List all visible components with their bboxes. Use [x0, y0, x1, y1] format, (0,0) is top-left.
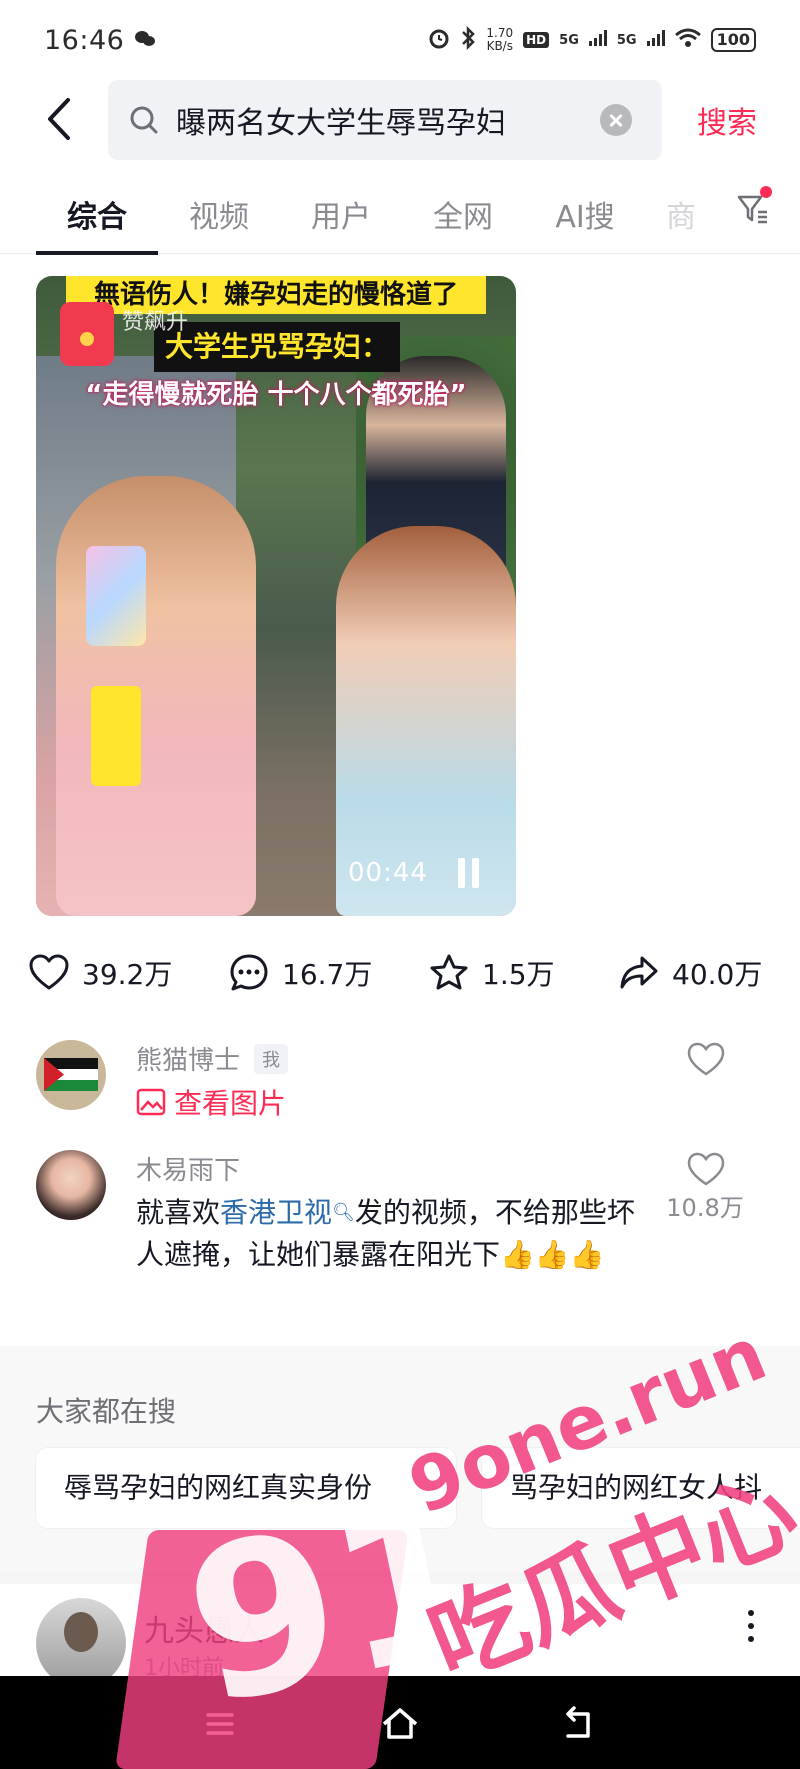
comment-username[interactable]: 熊猫博士 我	[136, 1040, 289, 1077]
filter-notification-dot	[760, 186, 772, 198]
video-caption-title: 大学生咒骂孕妇：	[154, 322, 400, 372]
battery-indicator: 100	[710, 28, 756, 52]
hd-badge: HD	[523, 32, 550, 48]
trending-title: 大家都在搜	[36, 1395, 177, 1428]
back-icon[interactable]	[558, 1704, 598, 1744]
signal-5g-2: 5G	[616, 32, 637, 48]
comment-like-icon[interactable]	[686, 1040, 726, 1080]
comment-count: 16.7万	[282, 958, 373, 991]
comment-text-part: 就喜欢	[136, 1196, 221, 1229]
video-phone-prop	[86, 546, 146, 646]
tab-all[interactable]: 综合	[36, 180, 158, 255]
comment-username-text[interactable]: 熊猫博士	[136, 1040, 240, 1077]
clock-time: 16:46	[44, 24, 125, 56]
palestine-flag-avatar	[36, 1040, 106, 1110]
red-packet-icon[interactable]	[60, 302, 114, 366]
wechat-icon	[134, 25, 156, 56]
search-icon	[130, 106, 158, 134]
topic-link[interactable]: 香港卫视	[220, 1196, 332, 1229]
back-button[interactable]	[40, 94, 80, 144]
clear-search-icon[interactable]	[600, 104, 632, 136]
status-time: 16:46	[44, 25, 156, 56]
trending-chip[interactable]: 辱骂孕妇的网红真实身份	[36, 1448, 456, 1528]
like-count: 39.2万	[82, 958, 173, 991]
image-icon	[136, 1088, 166, 1116]
bluetooth-icon	[460, 25, 476, 55]
tab-ai-search[interactable]: AI搜	[524, 180, 646, 253]
chevron-left-icon	[48, 98, 70, 140]
tab-web[interactable]: 全网	[402, 180, 524, 253]
search-button[interactable]: 搜索	[697, 98, 757, 142]
video-yellow-prop	[91, 686, 141, 786]
action-bar: 39.2万 16.7万 1.5万 40.0万	[28, 948, 778, 998]
system-nav-bar	[0, 1676, 800, 1769]
more-options-icon[interactable]	[748, 1610, 756, 1650]
search-tabs: 综合 视频 用户 全网 AI搜 商	[0, 180, 800, 255]
me-badge: 我	[254, 1043, 289, 1074]
star-icon	[430, 954, 468, 990]
avatar[interactable]	[36, 1598, 126, 1688]
video-thumbnail[interactable]: 無语伤人！嫌孕妇走的慢恪道了 大学生咒骂孕妇： “走得慢就死胎 十个八个都死胎”…	[36, 276, 516, 916]
share-button[interactable]: 40.0万	[618, 952, 778, 994]
status-bar: 16:46 1.70 KB/s HD 5G 5G 100	[0, 0, 800, 80]
favorite-button[interactable]: 1.5万	[428, 952, 618, 994]
video-duration: 00:44	[348, 858, 428, 888]
signal-5g-1: 5G	[559, 32, 579, 48]
network-speed: 1.70 KB/s	[486, 27, 513, 53]
search-small-icon: 🔍︎	[332, 1202, 355, 1223]
status-icons: 1.70 KB/s HD 5G 5G 100	[428, 25, 756, 55]
favorite-count: 1.5万	[482, 958, 555, 991]
search-header: 曝两名女大学生辱骂孕妇 搜索	[0, 80, 800, 160]
tab-shop[interactable]: 商	[646, 180, 716, 253]
wifi-icon	[674, 28, 701, 53]
filter-button[interactable]	[736, 186, 772, 226]
section-divider	[0, 1572, 800, 1584]
trending-chip[interactable]: 骂孕妇的网红女人抖	[482, 1448, 800, 1528]
home-icon[interactable]	[380, 1704, 420, 1744]
share-arrow-icon	[620, 956, 658, 989]
avatar[interactable]	[36, 1040, 106, 1110]
video-caption-quote: “走得慢就死胎 十个八个都死胎”	[85, 380, 467, 410]
share-count: 40.0万	[672, 958, 763, 991]
menu-icon[interactable]	[200, 1704, 240, 1744]
signal-bars-icon	[646, 29, 665, 51]
comment-item: 木易雨下 就喜欢香港卫视🔍︎发的视频，不给那些坏人遮掩，让她们暴露在阳光下👍👍👍…	[36, 1150, 766, 1320]
pause-icon[interactable]	[456, 858, 482, 888]
comment-icon	[230, 954, 268, 991]
comment-like-icon[interactable]	[686, 1150, 726, 1190]
heart-icon	[29, 954, 69, 990]
comment-item: 熊猫博士 我 查看图片	[36, 1040, 766, 1120]
post-username[interactable]: 九头愚人	[144, 1606, 264, 1650]
tab-users[interactable]: 用户	[280, 180, 402, 253]
avatar[interactable]	[36, 1150, 106, 1220]
comment-username[interactable]: 木易雨下	[136, 1150, 240, 1187]
video-person-left	[56, 476, 256, 916]
comment-username-text[interactable]: 木易雨下	[136, 1150, 240, 1187]
tab-video[interactable]: 视频	[158, 180, 280, 253]
comment-button[interactable]: 16.7万	[228, 952, 428, 994]
view-image-label[interactable]: 查看图片	[174, 1082, 286, 1122]
search-input[interactable]: 曝两名女大学生辱骂孕妇	[176, 98, 600, 142]
view-image-link[interactable]: 查看图片	[136, 1082, 286, 1122]
search-box[interactable]: 曝两名女大学生辱骂孕妇	[108, 80, 662, 160]
like-button[interactable]: 39.2万	[28, 952, 228, 994]
signal-bars-icon	[588, 29, 607, 51]
comment-like-count: 10.8万	[666, 1194, 744, 1222]
video-overlay-name: 赞飙升	[122, 310, 189, 335]
comment-text: 就喜欢香港卫视🔍︎发的视频，不给那些坏人遮掩，让她们暴露在阳光下👍👍👍	[136, 1192, 656, 1276]
network-speed-unit: KB/s	[486, 39, 513, 53]
alarm-icon	[428, 27, 450, 54]
